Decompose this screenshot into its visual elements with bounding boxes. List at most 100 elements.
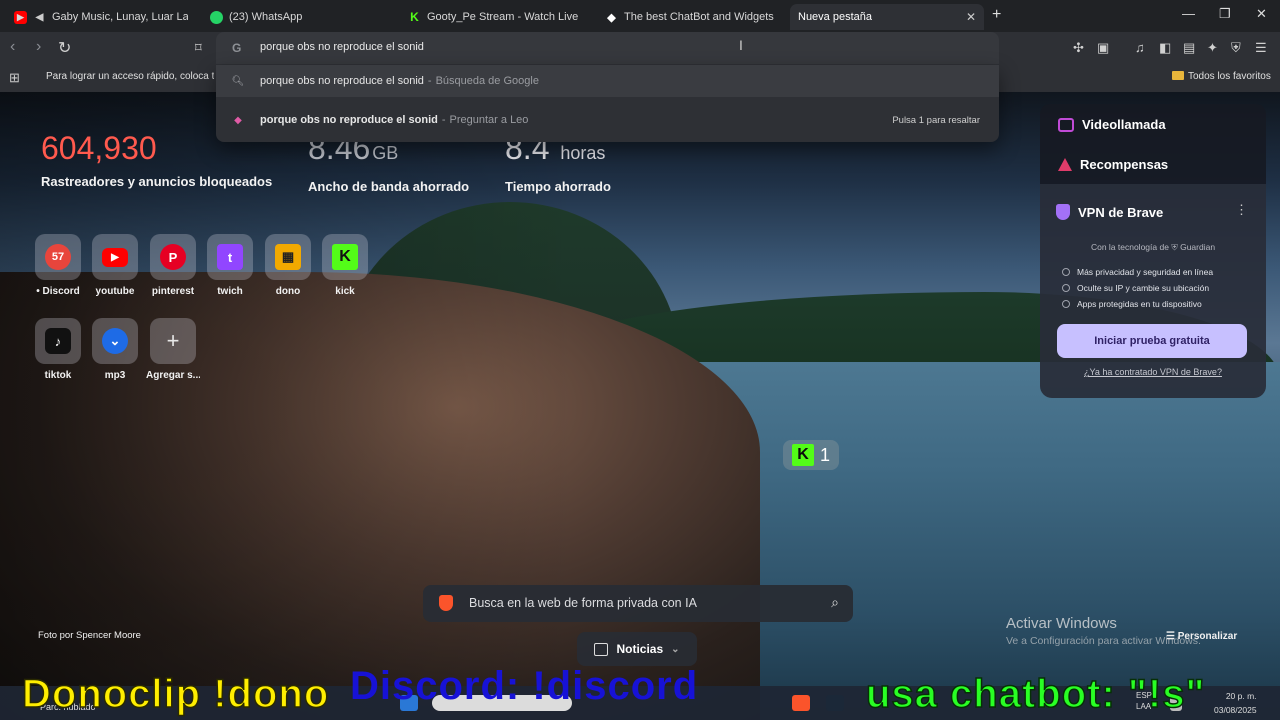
address-input[interactable]: porque obs no reproduce el sonid [260, 41, 424, 53]
tab-label: (23) WhatsApp [229, 11, 303, 23]
video-call-icon [1058, 117, 1074, 132]
tab-label: Nueva pestaña [798, 11, 872, 23]
kick-icon: K [410, 10, 419, 24]
rewards-icon [1058, 158, 1072, 171]
check-icon [1062, 268, 1070, 276]
speaker-icon[interactable]: ◀ [33, 11, 46, 24]
top-site-youtube[interactable]: ▶ youtube [88, 234, 142, 297]
brave-logo-icon [439, 595, 453, 611]
top-site-mp3[interactable]: ⌄ mp3 [88, 318, 142, 381]
add-site-button[interactable]: + Agregar s... [146, 318, 200, 381]
search-input[interactable]: Busca en la web de forma privada con IA [469, 596, 697, 610]
new-tab-button[interactable]: + [992, 6, 1001, 24]
forward-button[interactable]: › [36, 38, 41, 56]
close-window-button[interactable]: ✕ [1256, 6, 1267, 22]
google-icon: G [232, 41, 242, 55]
guardian-logo: Guardian [1180, 242, 1216, 252]
tab-bar: ▶ ◀ Gaby Music, Lunay, Luar La L - No (2… [0, 0, 1280, 32]
omnibox-suggestions: 🔍︎ porque obs no reproduce el sonid - Bú… [216, 65, 999, 142]
steam-icon[interactable] [826, 695, 844, 711]
kick-icon: K [791, 444, 814, 466]
tab-new-tab[interactable]: Nueva pestaña ✕ [790, 4, 984, 30]
youtube-icon: ▶ [14, 10, 27, 24]
back-button[interactable]: ‹ [10, 38, 15, 56]
tab-whatsapp[interactable]: (23) WhatsApp [202, 4, 392, 30]
top-site-tiktok[interactable]: ♪ tiktok [31, 318, 85, 381]
search-icon: 🔍︎ [231, 75, 245, 87]
top-site-discord[interactable]: 57 • Discord [31, 234, 85, 297]
all-favorites-button[interactable]: Todos los favoritos [1172, 71, 1271, 82]
overlay-discord: Discord: !discord [350, 664, 699, 708]
minimize-button[interactable]: — [1182, 6, 1195, 21]
discord-icon: 57 [45, 244, 71, 270]
photo-credit[interactable]: Foto por Spencer Moore [38, 630, 141, 641]
address-bar[interactable]: G porque obs no reproduce el sonid I [216, 32, 999, 65]
vpn-widget: VPN de Brave ⋮ Con la tecnología de ⛨ Gu… [1040, 184, 1266, 398]
playlist-icon[interactable]: ♫ [1135, 40, 1145, 55]
tiktok-icon: ♪ [45, 328, 71, 354]
leo-icon[interactable]: ✦ [1207, 40, 1218, 56]
sliders-icon: ☰ [1166, 631, 1178, 642]
news-icon [594, 642, 609, 656]
news-button[interactable]: Noticias ⌄ [577, 632, 697, 666]
top-site-dono[interactable]: ▦ dono [261, 234, 315, 297]
overlay-donoclip: Donoclip !dono [21, 671, 330, 717]
pinterest-icon: P [160, 244, 186, 270]
wallet-icon[interactable]: ▤ [1183, 40, 1195, 56]
botrix-icon: ◆ [607, 11, 616, 24]
apps-grid-icon[interactable]: ⊞ [9, 70, 20, 86]
whatsapp-icon [210, 10, 223, 24]
plus-icon: + [166, 328, 180, 353]
top-site-kick[interactable]: K kick [318, 234, 372, 297]
sidebar-icon[interactable]: ◧ [1159, 40, 1171, 56]
list-item: Apps protegidas en tu dispositivo [1062, 299, 1213, 309]
suggestion-leo[interactable]: ◆ porque obs no reproduce el sonid - Pre… [216, 104, 999, 136]
list-item: Oculte su IP y cambie su ubicación [1062, 283, 1213, 293]
bookmark-icon[interactable]: ⌑ [195, 40, 202, 56]
vpn-shield-icon [1056, 204, 1070, 220]
leo-icon: ◆ [234, 114, 242, 126]
kick-icon: K [332, 244, 358, 270]
check-icon [1062, 284, 1070, 292]
vpn-shield-icon[interactable]: ⛨ [1231, 40, 1241, 56]
list-item: Más privacidad y seguridad en línea [1062, 267, 1213, 277]
windows-activation-title: Activar Windows [1006, 615, 1117, 632]
brave-widgets: Videollamada Recompensas [1040, 104, 1266, 184]
tab-youtube[interactable]: ▶ ◀ Gaby Music, Lunay, Luar La L - No [6, 4, 196, 30]
tab-label: Gaby Music, Lunay, Luar La L - No [52, 11, 188, 23]
top-site-pinterest[interactable]: P pinterest [146, 234, 200, 297]
customize-button[interactable]: ☰ Personalizar [1166, 631, 1237, 642]
twitch-icon: t [217, 244, 243, 270]
dono-icon: ▦ [275, 244, 301, 270]
tab-label: The best ChatBot and Widgets for Ki [624, 11, 777, 23]
reload-button[interactable]: ↻ [58, 38, 71, 58]
bookmarks-hint: Para lograr un acceso rápido, coloca tus [46, 71, 214, 82]
vpn-features: Más privacidad y seguridad en línea Ocul… [1062, 267, 1213, 315]
private-search-box[interactable]: Busca en la web de forma privada con IA … [423, 585, 853, 622]
tab-botrix[interactable]: ◆ The best ChatBot and Widgets for Ki [597, 4, 785, 30]
start-trial-button[interactable]: Iniciar prueba gratuita [1057, 324, 1247, 358]
maximize-button[interactable]: ❐ [1219, 6, 1231, 22]
top-site-twitch[interactable]: t twich [203, 234, 257, 297]
overlay-chatbot: usa chatbot: "!s" [865, 671, 1206, 717]
video-call-widget[interactable]: Videollamada [1058, 117, 1166, 132]
already-subscribed-link[interactable]: ¿Ya ha contratado VPN de Brave? [1040, 367, 1266, 377]
suggestion-google[interactable]: 🔍︎ porque obs no reproduce el sonid - Bú… [216, 65, 999, 97]
text-cursor-icon: I [739, 37, 743, 53]
extensions-icon[interactable]: ✣ [1073, 40, 1084, 56]
menu-icon[interactable]: ☰ [1255, 40, 1267, 56]
search-icon[interactable]: ⌕ [831, 594, 839, 611]
close-tab-icon[interactable]: ✕ [966, 10, 976, 24]
rewards-widget[interactable]: Recompensas [1058, 157, 1168, 172]
kick-notification-badge[interactable]: K 1 [783, 440, 839, 470]
brave-icon[interactable] [792, 695, 810, 711]
youtube-icon: ▶ [102, 247, 128, 267]
check-icon [1062, 300, 1070, 308]
mp3-icon: ⌄ [102, 328, 128, 354]
folder-icon [1172, 71, 1184, 80]
more-options-icon[interactable]: ⋮ [1235, 202, 1248, 218]
tab-label: Gooty_Pe Stream - Watch Live on Kic [427, 11, 580, 23]
clock[interactable]: 20 p. m. 03/08/2025 [1214, 689, 1257, 717]
tab-kick[interactable]: K Gooty_Pe Stream - Watch Live on Kic [400, 4, 588, 30]
reader-icon[interactable]: ▣ [1097, 40, 1109, 56]
